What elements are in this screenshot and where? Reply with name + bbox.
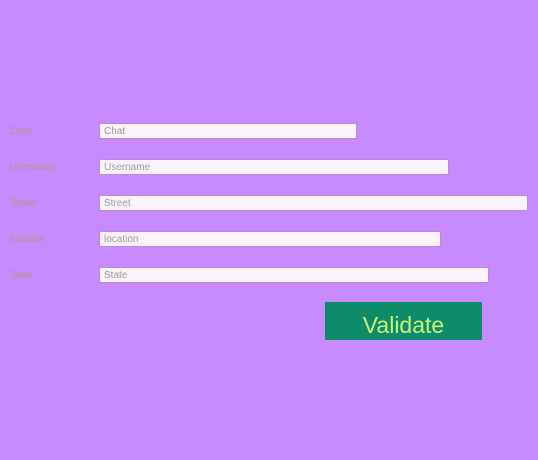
form-container: Chat Username Street location State Vali…: [0, 0, 538, 460]
location-input[interactable]: [99, 231, 441, 247]
username-input[interactable]: [99, 159, 449, 175]
chat-input[interactable]: [99, 123, 357, 139]
state-input[interactable]: [99, 267, 489, 283]
state-label: State: [10, 270, 34, 281]
username-label: Username: [10, 162, 57, 173]
street-label: Street: [10, 198, 37, 209]
location-label: location: [10, 234, 45, 245]
chat-label: Chat: [10, 126, 32, 137]
street-input[interactable]: [99, 195, 528, 211]
validate-button[interactable]: Validate: [325, 302, 482, 340]
